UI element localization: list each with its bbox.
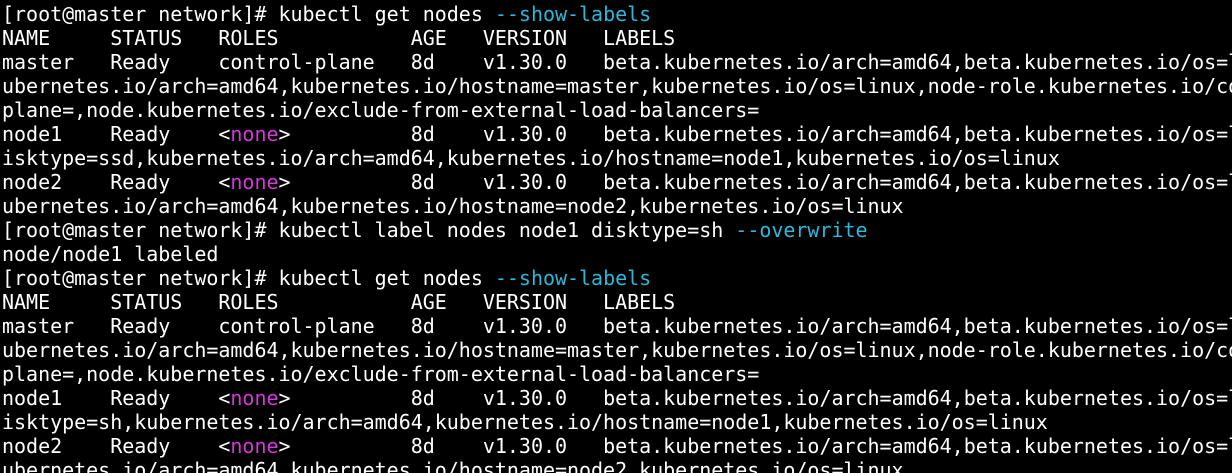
output-text: node1 Ready < bbox=[2, 122, 231, 146]
terminal-line: ubernetes.io/arch=amd64,kubernetes.io/ho… bbox=[2, 74, 1232, 98]
terminal-line: node2 Ready <none> 8d v1.30.0 beta.kuber… bbox=[2, 170, 1232, 194]
output-text: plane=,node.kubernetes.io/exclude-from-e… bbox=[2, 362, 760, 386]
output-text: [root@master network]# kubectl get nodes bbox=[2, 266, 495, 290]
output-text: ubernetes.io/arch=amd64,kubernetes.io/ho… bbox=[2, 338, 1232, 362]
output-text: NAME STATUS ROLES AGE VERSION LABELS bbox=[2, 290, 676, 314]
output-text: master Ready control-plane 8d v1.30.0 be… bbox=[2, 314, 1232, 338]
none-value: none bbox=[230, 122, 279, 146]
output-text: > 8d v1.30.0 beta.kubernetes.io/arch=amd… bbox=[278, 122, 1232, 146]
none-value: none bbox=[230, 386, 279, 410]
output-text: node2 Ready < bbox=[2, 434, 231, 458]
output-text: [root@master network]# kubectl get nodes bbox=[2, 2, 495, 26]
none-value: none bbox=[230, 434, 279, 458]
output-text: node/node1 labeled bbox=[2, 242, 219, 266]
terminal-line: plane=,node.kubernetes.io/exclude-from-e… bbox=[2, 362, 1232, 386]
none-value: none bbox=[230, 170, 279, 194]
output-text: isktype=sh,kubernetes.io/arch=amd64,kube… bbox=[2, 410, 1048, 434]
terminal-line: node1 Ready <none> 8d v1.30.0 beta.kuber… bbox=[2, 386, 1232, 410]
output-text: isktype=ssd,kubernetes.io/arch=amd64,kub… bbox=[2, 146, 1060, 170]
terminal-line: [root@master network]# kubectl get nodes… bbox=[2, 2, 1232, 26]
terminal-line: master Ready control-plane 8d v1.30.0 be… bbox=[2, 314, 1232, 338]
output-text: > 8d v1.30.0 beta.kubernetes.io/arch=amd… bbox=[278, 170, 1232, 194]
command-flag: --show-labels bbox=[494, 2, 652, 26]
terminal-line: node1 Ready <none> 8d v1.30.0 beta.kuber… bbox=[2, 122, 1232, 146]
terminal-line: NAME STATUS ROLES AGE VERSION LABELS bbox=[2, 26, 1232, 50]
terminal-line: NAME STATUS ROLES AGE VERSION LABELS bbox=[2, 290, 1232, 314]
output-text: ubernetes.io/arch=amd64,kubernetes.io/ho… bbox=[2, 74, 1232, 98]
terminal-line: node/node1 labeled bbox=[2, 242, 1232, 266]
output-text: > 8d v1.30.0 beta.kubernetes.io/arch=amd… bbox=[278, 434, 1232, 458]
output-text: ubernetes.io/arch=amd64,kubernetes.io/ho… bbox=[2, 194, 904, 218]
terminal-line: isktype=sh,kubernetes.io/arch=amd64,kube… bbox=[2, 410, 1232, 434]
terminal-line: node2 Ready <none> 8d v1.30.0 beta.kuber… bbox=[2, 434, 1232, 458]
terminal-line: isktype=ssd,kubernetes.io/arch=amd64,kub… bbox=[2, 146, 1232, 170]
output-text: NAME STATUS ROLES AGE VERSION LABELS bbox=[2, 26, 676, 50]
command-flag: --show-labels bbox=[494, 266, 652, 290]
terminal-line: ubernetes.io/arch=amd64,kubernetes.io/ho… bbox=[2, 194, 1232, 218]
output-text: master Ready control-plane 8d v1.30.0 be… bbox=[2, 50, 1232, 74]
output-text: [root@master network]# kubectl label nod… bbox=[2, 218, 736, 242]
output-text: > 8d v1.30.0 beta.kubernetes.io/arch=amd… bbox=[278, 386, 1232, 410]
terminal-line: [root@master network]# kubectl label nod… bbox=[2, 218, 1232, 242]
terminal-line: plane=,node.kubernetes.io/exclude-from-e… bbox=[2, 98, 1232, 122]
command-flag: --overwrite bbox=[735, 218, 868, 242]
terminal-output[interactable]: [root@master network]# kubectl get nodes… bbox=[2, 2, 1232, 473]
output-text: node2 Ready < bbox=[2, 170, 231, 194]
terminal-line: master Ready control-plane 8d v1.30.0 be… bbox=[2, 50, 1232, 74]
output-text: ubernetes.io/arch=amd64,kubernetes.io/ho… bbox=[2, 458, 904, 473]
output-text: plane=,node.kubernetes.io/exclude-from-e… bbox=[2, 98, 760, 122]
terminal-line: ubernetes.io/arch=amd64,kubernetes.io/ho… bbox=[2, 458, 1232, 473]
output-text: node1 Ready < bbox=[2, 386, 231, 410]
terminal-line: [root@master network]# kubectl get nodes… bbox=[2, 266, 1232, 290]
terminal-line: ubernetes.io/arch=amd64,kubernetes.io/ho… bbox=[2, 338, 1232, 362]
